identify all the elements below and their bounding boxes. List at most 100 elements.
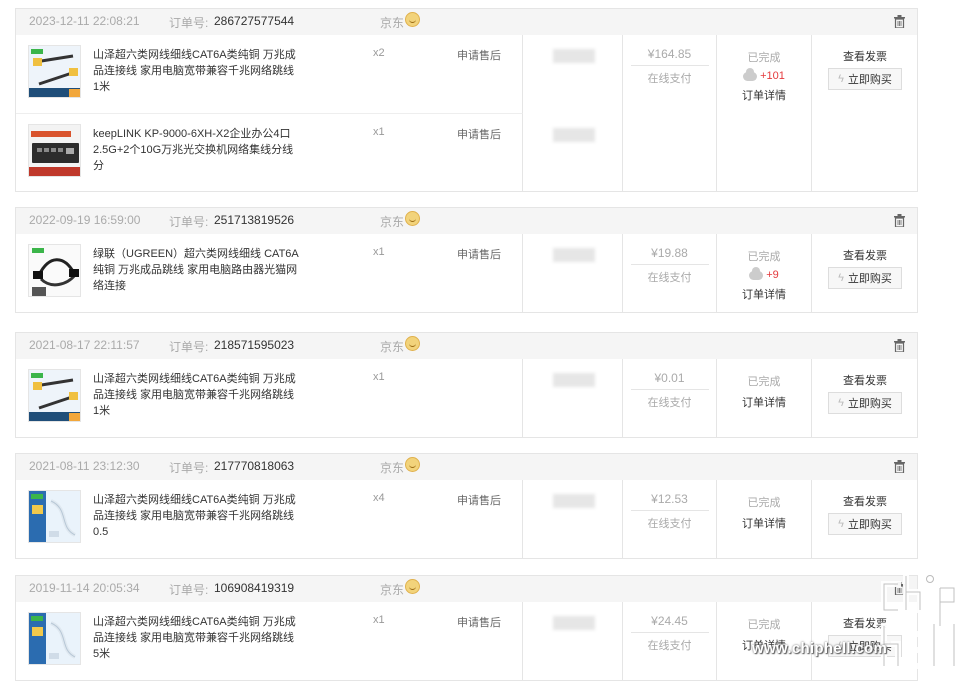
divider bbox=[630, 65, 709, 66]
lightning-icon: ϟ bbox=[838, 272, 844, 284]
product-quantity: x1 bbox=[373, 614, 385, 626]
order-status: 已完成 bbox=[747, 497, 781, 509]
shop-name: 京东 bbox=[380, 215, 405, 229]
product-quantity: x1 bbox=[373, 371, 385, 383]
payment-column: ¥19.88 在线支付 bbox=[622, 234, 717, 312]
order-header: 2022-09-19 16:59:00 订单号: 251713819526 京东 bbox=[16, 208, 917, 234]
product-name-link[interactable]: keepLINK KP-9000-6XH-X2企业办公4口2.5G+2个10G万… bbox=[93, 126, 303, 174]
order-item: 绿联（UGREEN）超六类网线细线 CAT6A纯铜 万兆成品跳线 家用电脑路由器… bbox=[16, 234, 595, 312]
shop-chat-icon[interactable] bbox=[405, 457, 420, 472]
order-status: 已完成 bbox=[747, 251, 781, 263]
trash-icon[interactable] bbox=[894, 214, 905, 228]
after-sale-link[interactable]: 申请售后 bbox=[457, 614, 501, 630]
product-quantity: x1 bbox=[373, 246, 385, 258]
payment-type: 在线支付 bbox=[647, 73, 692, 85]
order-detail-link[interactable]: 订单详情 bbox=[717, 515, 811, 531]
product-thumbnail[interactable] bbox=[28, 244, 81, 297]
recipient-blurred bbox=[553, 128, 595, 142]
payment-type: 在线支付 bbox=[647, 397, 692, 409]
recipient-column bbox=[523, 35, 622, 112]
shop-chat-icon[interactable] bbox=[405, 211, 420, 226]
product-name-link[interactable]: 绿联（UGREEN）超六类网线细线 CAT6A纯铜 万兆成品跳线 家用电脑路由器… bbox=[93, 246, 303, 294]
product-thumbnail[interactable] bbox=[28, 490, 81, 543]
after-sale-link[interactable]: 申请售后 bbox=[457, 492, 501, 508]
after-sale-link[interactable]: 申请售后 bbox=[457, 47, 501, 63]
order-time: 2021-08-17 22:11:57 bbox=[29, 338, 140, 352]
order-time: 2021-08-11 23:12:30 bbox=[29, 459, 140, 473]
product-quantity: x2 bbox=[373, 47, 385, 59]
status-column: 已完成 +101 订单详情 bbox=[717, 35, 812, 192]
recipient-column bbox=[523, 602, 622, 679]
product-name-link[interactable]: 山泽超六类网线细线CAT6A类纯铜 万兆成品连接线 家用电脑宽带兼容千兆网络跳线… bbox=[93, 371, 303, 419]
order-time: 2023-12-11 22:08:21 bbox=[29, 14, 140, 28]
divider bbox=[630, 389, 709, 390]
order-status: 已完成 bbox=[747, 52, 781, 64]
product-thumbnail[interactable] bbox=[28, 45, 81, 98]
product-thumbnail[interactable] bbox=[28, 612, 81, 665]
trash-icon[interactable] bbox=[894, 339, 905, 353]
view-invoice-link[interactable]: 查看发票 bbox=[812, 48, 918, 64]
status-column: 已完成 订单详情 bbox=[717, 480, 812, 558]
order-number: 251713819526 bbox=[214, 213, 295, 227]
view-invoice-link[interactable]: 查看发票 bbox=[812, 247, 918, 263]
recipient-blurred bbox=[553, 248, 595, 262]
trash-icon[interactable] bbox=[894, 15, 905, 29]
buy-now-button[interactable]: ϟ 立即购买 bbox=[828, 267, 902, 289]
order-card: 2022-09-19 16:59:00 订单号: 251713819526 京东 绿联（… bbox=[15, 207, 918, 313]
trash-icon[interactable] bbox=[894, 460, 905, 474]
view-invoice-link[interactable]: 查看发票 bbox=[812, 493, 918, 509]
jd-bean-count: +101 bbox=[760, 70, 785, 82]
view-invoice-link[interactable]: 查看发票 bbox=[812, 372, 918, 388]
order-body: 山泽超六类网线细线CAT6A类纯铜 万兆成品连接线 家用电脑宽带兼容千兆网络跳线… bbox=[16, 359, 917, 437]
lightning-icon: ϟ bbox=[838, 397, 844, 409]
order-card: 2021-08-17 22:11:57 订单号: 218571595023 京东 山泽超… bbox=[15, 332, 918, 438]
order-item: 山泽超六类网线细线CAT6A类纯铜 万兆成品连接线 家用电脑宽带兼容千兆网络跳线… bbox=[16, 602, 595, 680]
recipient-column bbox=[523, 480, 622, 557]
buy-now-label: 立即购买 bbox=[847, 273, 892, 285]
product-name-link[interactable]: 山泽超六类网线细线CAT6A类纯铜 万兆成品连接线 家用电脑宽带兼容千兆网络跳线… bbox=[93, 492, 303, 540]
divider bbox=[630, 264, 709, 265]
order-number-label: 订单号: bbox=[169, 340, 209, 354]
after-sale-link[interactable]: 申请售后 bbox=[457, 246, 501, 262]
jd-bean-count: +9 bbox=[766, 269, 779, 281]
buy-now-button[interactable]: ϟ 立即购买 bbox=[828, 513, 902, 535]
order-price: ¥0.01 bbox=[654, 371, 685, 385]
watermark-text: www.chiphell.com bbox=[752, 640, 888, 657]
shop-chat-icon[interactable] bbox=[405, 12, 420, 27]
shop-chat-icon[interactable] bbox=[405, 579, 420, 594]
product-quantity: x4 bbox=[373, 492, 385, 504]
buy-now-button[interactable]: ϟ 立即购买 bbox=[828, 392, 902, 414]
order-number: 218571595023 bbox=[214, 338, 295, 352]
recipient-blurred bbox=[553, 49, 595, 63]
order-number-label: 订单号: bbox=[169, 461, 209, 475]
status-column: 已完成 +9 订单详情 bbox=[717, 234, 812, 312]
order-detail-link[interactable]: 订单详情 bbox=[717, 87, 811, 103]
operations-column: 查看发票 ϟ 立即购买 bbox=[812, 359, 918, 437]
product-name-link[interactable]: 山泽超六类网线细线CAT6A类纯铜 万兆成品连接线 家用电脑宽带兼容千兆网络跳线… bbox=[93, 614, 303, 662]
order-number: 106908419319 bbox=[214, 581, 295, 595]
order-detail-link[interactable]: 订单详情 bbox=[717, 286, 811, 302]
cloud-icon bbox=[743, 67, 758, 81]
payment-column: ¥164.85 在线支付 bbox=[622, 35, 717, 192]
order-item: keepLINK KP-9000-6XH-X2企业办公4口2.5G+2个10G万… bbox=[16, 113, 595, 191]
cloud-icon bbox=[749, 266, 764, 280]
recipient-blurred bbox=[553, 373, 595, 387]
order-status: 已完成 bbox=[747, 619, 781, 631]
order-body: 山泽超六类网线细线CAT6A类纯铜 万兆成品连接线 家用电脑宽带兼容千兆网络跳线… bbox=[16, 35, 918, 192]
order-body: 山泽超六类网线细线CAT6A类纯铜 万兆成品连接线 家用电脑宽带兼容千兆网络跳线… bbox=[16, 480, 917, 558]
order-card: 2021-08-11 23:12:30 订单号: 217770818063 京东 山泽超… bbox=[15, 453, 918, 559]
lightning-icon: ϟ bbox=[838, 518, 844, 530]
order-header: 2019-11-14 20:05:34 订单号: 106908419319 京东 bbox=[16, 576, 917, 602]
buy-now-button[interactable]: ϟ 立即购买 bbox=[828, 68, 902, 90]
order-detail-link[interactable]: 订单详情 bbox=[717, 394, 811, 410]
order-time: 2019-11-14 20:05:34 bbox=[29, 581, 140, 595]
shop-chat-icon[interactable] bbox=[405, 336, 420, 351]
product-thumbnail[interactable] bbox=[28, 124, 81, 177]
shop-name: 京东 bbox=[380, 461, 405, 475]
after-sale-link[interactable]: 申请售后 bbox=[457, 126, 501, 142]
recipient-blurred bbox=[553, 616, 595, 630]
product-name-link[interactable]: 山泽超六类网线细线CAT6A类纯铜 万兆成品连接线 家用电脑宽带兼容千兆网络跳线… bbox=[93, 47, 303, 95]
product-thumbnail[interactable] bbox=[28, 369, 81, 422]
order-price: ¥12.53 bbox=[651, 492, 688, 506]
payment-column: ¥12.53 在线支付 bbox=[622, 480, 717, 558]
